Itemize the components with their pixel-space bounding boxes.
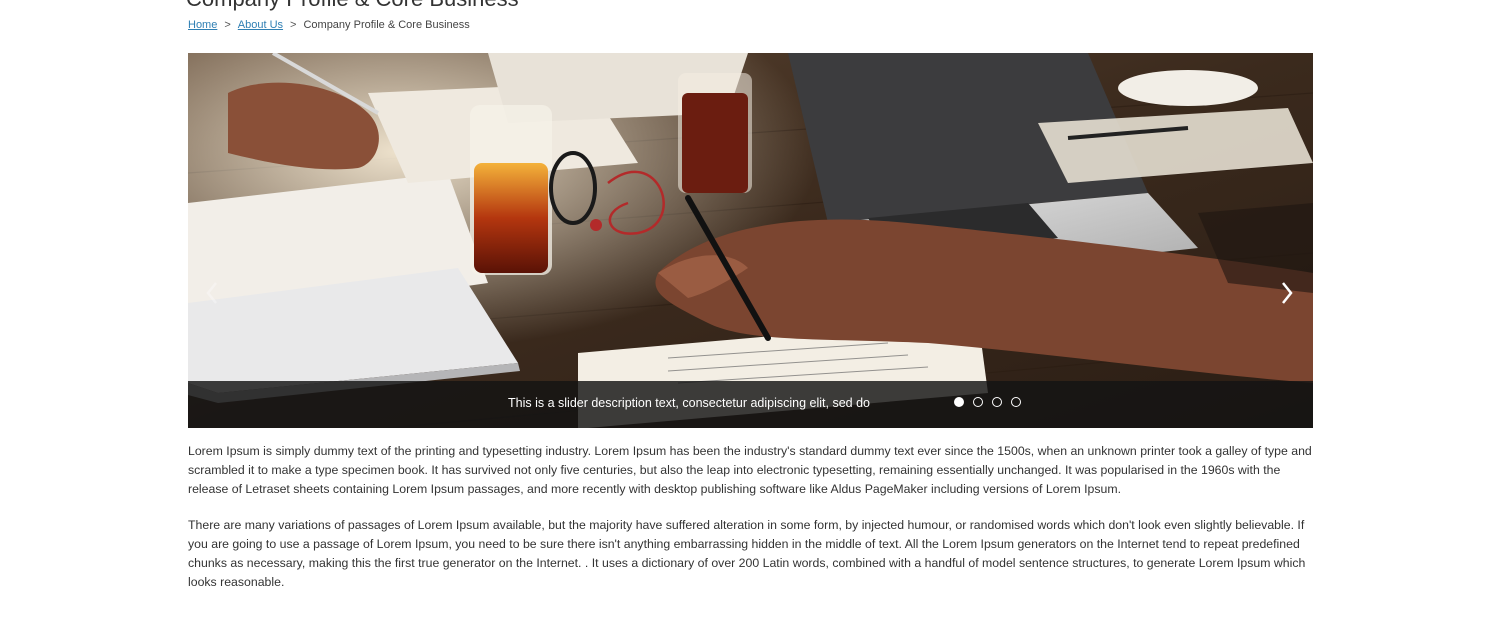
breadcrumb-separator: >: [290, 19, 297, 31]
breadcrumb-home-link[interactable]: Home: [188, 19, 217, 31]
slider-dot[interactable]: [973, 397, 983, 407]
breadcrumb-about-link[interactable]: About Us: [238, 19, 283, 31]
slider-next-button[interactable]: [1275, 275, 1299, 311]
breadcrumb-separator: >: [224, 19, 231, 31]
chevron-right-icon: [1282, 282, 1293, 304]
content-paragraph: Lorem Ipsum is simply dummy text of the …: [188, 444, 1312, 496]
chevron-left-icon: [206, 282, 217, 304]
breadcrumb-current: Company Profile & Core Business: [303, 19, 470, 31]
slider-dot[interactable]: [1011, 397, 1021, 407]
image-slider[interactable]: This is a slider description text, conse…: [188, 53, 1313, 428]
slider-prev-button[interactable]: [200, 275, 224, 311]
slider-dot[interactable]: [954, 397, 964, 407]
slider-caption-bar: This is a slider description text, conse…: [188, 381, 1313, 428]
slider-pagination: [954, 397, 1021, 407]
breadcrumb: Home > About Us > Company Profile & Core Bus…: [188, 19, 470, 31]
slide-photo: [188, 53, 1313, 428]
slider-dot[interactable]: [992, 397, 1002, 407]
main-content: Lorem Ipsum is simply dummy text of the …: [188, 442, 1314, 610]
slider-caption: This is a slider description text, conse…: [508, 396, 870, 410]
content-paragraph: There are many variations of passages of…: [188, 518, 1306, 589]
page-title: Company Profile & Core Business: [186, 0, 519, 12]
